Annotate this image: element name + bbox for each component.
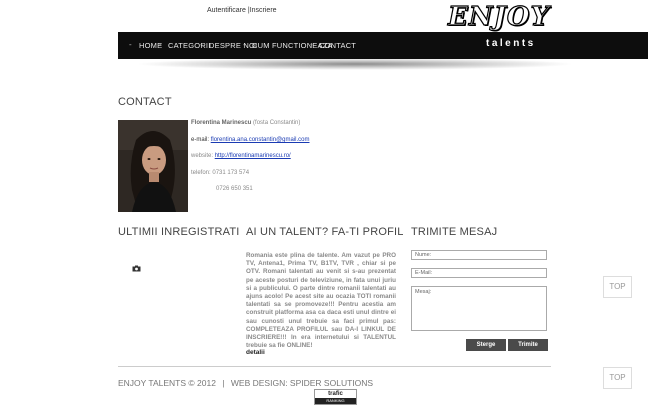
nav-separator: - (159, 40, 162, 49)
nav-separator: - (310, 40, 313, 49)
main-nav: - HOME - CATEGORII - DESPRE NOI - CUM FU… (118, 32, 648, 59)
phone-line: telefon: 0731 173 574 (191, 170, 249, 176)
talent-heading: AI UN TALENT? FA-TI PROFIL (246, 226, 404, 238)
phone-2: 0726 650 351 (216, 186, 253, 192)
portrait-image (118, 120, 188, 212)
nav-categorii[interactable]: CATEGORII (168, 41, 211, 50)
contact-name: Florentina Marinescu (191, 120, 252, 126)
contact-name-note: (fosta Constantin) (253, 120, 301, 126)
logo-subtitle: talents (486, 38, 536, 49)
footer-copyright: ENJOY TALENTS © 2012 (118, 378, 216, 388)
nav-separator: - (243, 40, 246, 49)
scroll-top-button[interactable]: TOP (603, 276, 632, 298)
nav-separator: - (200, 40, 203, 49)
talent-text: Romania este plina de talente. Am vazut … (246, 252, 396, 350)
website-line: website: http://florentinamarinescu.ro/ (191, 153, 291, 159)
message-heading: TRIMITE MESAJ (411, 226, 498, 238)
website-link[interactable]: http://florentinamarinescu.ro/ (215, 153, 291, 159)
trafic-ranking-badge[interactable]: trafic RANKING (314, 389, 357, 405)
badge-bottom-text: RANKING (315, 398, 356, 404)
email-line: e-mail: florentina.ana.constantin@gmail.… (191, 137, 310, 143)
login-link[interactable]: Autentificare (207, 7, 246, 14)
nav-separator: - (129, 40, 132, 49)
website-label: website: (191, 153, 214, 159)
contact-heading: CONTACT (118, 96, 172, 108)
clear-button[interactable]: Sterge (466, 339, 506, 351)
contact-name-line: Florentina Marinescu (fosta Constantin) (191, 120, 300, 126)
email-link[interactable]: florentina.ana.constantin@gmail.com (211, 137, 310, 143)
profile-photo (118, 120, 188, 212)
latest-heading: ULTIMII INREGISTRATI (118, 226, 240, 238)
badge-top-text: trafic (315, 390, 356, 398)
name-input[interactable]: Nume: (411, 250, 547, 260)
camera-icon[interactable] (132, 259, 141, 272)
nav-contact[interactable]: CONTACT (319, 41, 356, 50)
phone-label: telefon: (191, 170, 211, 176)
message-textarea[interactable]: Mesaj: (411, 286, 547, 331)
talent-description: Romania este plina de talente. Am vazut … (246, 252, 396, 350)
send-button[interactable]: Trimite (508, 339, 548, 351)
details-link[interactable]: detalii (246, 349, 265, 356)
phone-1: 0731 173 574 (212, 170, 250, 176)
footer-separator: | (222, 378, 225, 388)
scroll-top-button-footer[interactable]: TOP (603, 367, 632, 389)
nav-despre-noi[interactable]: DESPRE NOI (209, 41, 257, 50)
nav-shadow (135, 58, 575, 70)
logo-text: ENJOY (447, 1, 551, 32)
footer-design-credit[interactable]: WEB DESIGN: SPIDER SOLUTIONS (231, 378, 373, 388)
footer-divider (118, 366, 551, 367)
email-input[interactable]: E-Mail: (411, 268, 547, 278)
footer-text: ENJOY TALENTS © 2012 | WEB DESIGN: SPIDE… (118, 378, 373, 388)
email-label: e-mail: (191, 137, 210, 143)
auth-links: Autentificare |Inscriere (207, 7, 277, 14)
register-link[interactable]: Inscriere (250, 7, 277, 14)
